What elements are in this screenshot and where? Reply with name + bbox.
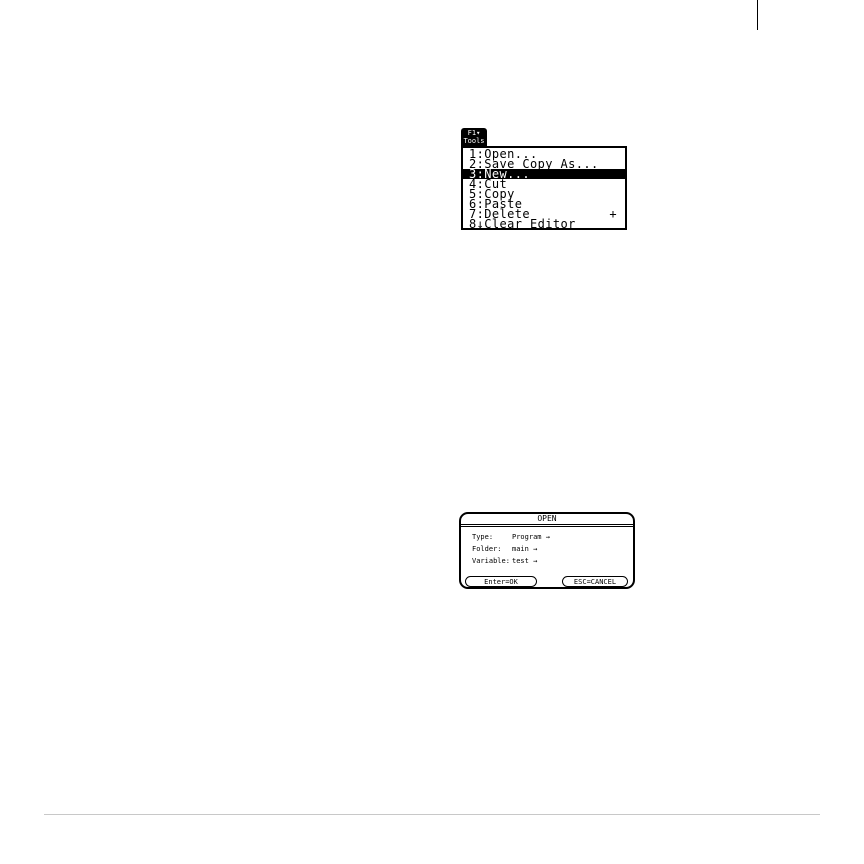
menu-item-label: 8↓Clear Editor [469,217,576,231]
title-divider [461,524,633,525]
folder-field[interactable]: Folder: main → [472,544,537,554]
title-divider [461,526,633,527]
enter-ok-button[interactable]: Enter=OK [465,576,537,587]
type-label: Type: [472,533,494,541]
folder-label: Folder: [472,545,502,553]
open-dialog: OPEN Type: Program → Folder: main → Vari… [459,512,635,589]
type-dropdown[interactable]: Program → [512,532,550,542]
tools-menu: 1:Open... 2:Save Copy As... 3:New... 4:C… [461,146,627,230]
menu-item-clear-editor[interactable]: 8↓Clear Editor [463,217,625,231]
esc-cancel-button[interactable]: ESC=CANCEL [562,576,628,587]
type-field[interactable]: Type: Program → [472,532,550,542]
tools-tab-name-label: Tools [463,137,485,145]
f1-tools-tab[interactable]: F1▾ Tools [461,128,487,146]
variable-label: Variable: [472,557,510,565]
dialog-title: OPEN [537,514,557,523]
top-divider-line [757,0,758,30]
variable-dropdown[interactable]: test → [512,556,537,566]
variable-field[interactable]: Variable: test → [472,556,537,566]
page-footer-rule [44,814,820,815]
folder-dropdown[interactable]: main → [512,544,537,554]
tools-tab-key-label: F1▾ [467,129,481,137]
delete-shortcut-marker: + [609,207,617,221]
